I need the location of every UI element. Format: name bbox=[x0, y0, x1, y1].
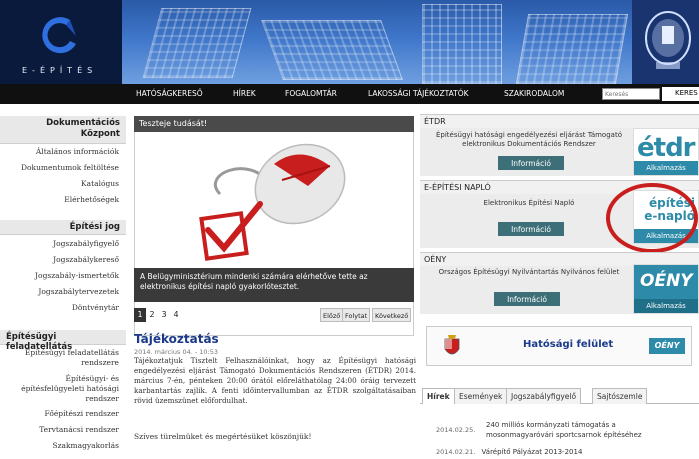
sidebar-item-hatosagi-rendszer[interactable]: Építésügyi- és építésfelügyeleti hatóság… bbox=[1, 374, 119, 404]
sidebar-item-jogszabalykereso[interactable]: Jogszabálykereső bbox=[53, 255, 119, 264]
sidebar-item-dokumentumok-feltoltese[interactable]: Dokumentumok feltöltése bbox=[21, 163, 119, 172]
nav-hatosagkereso[interactable]: HATÓSÁGKERESŐ bbox=[136, 89, 203, 98]
etdr-app-label: Alkalmazás bbox=[634, 161, 698, 175]
mouse-checkbox-illustration[interactable] bbox=[190, 134, 360, 266]
news-date: 2014. március 04. - 10:53 bbox=[134, 348, 219, 356]
nav-fogalomtar[interactable]: FOGALOMTÁR bbox=[285, 89, 337, 98]
slider-page-2[interactable]: 2 bbox=[146, 308, 158, 322]
highlight-ellipse bbox=[606, 183, 698, 253]
sidebar-item-tervtanacsi-rendszer[interactable]: Tervtanácsi rendszer bbox=[39, 425, 119, 434]
slider-controls: 1 2 3 4 Előző Folytat Következő bbox=[134, 308, 414, 324]
section-title-line: Központ bbox=[80, 129, 120, 139]
oeny-info-button[interactable]: Információ bbox=[494, 292, 560, 306]
nav-lakossagi-tajekoztatok[interactable]: LAKOSSÁGI TÁJÉKOZTATÓK bbox=[368, 89, 469, 98]
news-tabs: Hírek Események Jogszabályfigyelő Sajtós… bbox=[420, 388, 699, 404]
tab-esemenyek[interactable]: Események bbox=[454, 388, 508, 404]
news-item-line: mosonmagyaróvári sportcsarnok építéséhez bbox=[486, 431, 642, 439]
hatosagi-label: Hatósági felület bbox=[523, 339, 614, 350]
slider-page-3[interactable]: 3 bbox=[158, 308, 170, 322]
sidebar-item-szakmagyakorlas[interactable]: Szakmagyakorlás bbox=[52, 441, 119, 450]
slider-page-1[interactable]: 1 bbox=[134, 308, 146, 322]
logo-text: E-ÉPÍTÉS bbox=[22, 66, 98, 75]
sidebar-item-foepiteszi-rendszer[interactable]: Főépítészi rendszer bbox=[45, 409, 119, 418]
section-title-line: Dokumentációs bbox=[46, 118, 120, 128]
search-input[interactable] bbox=[602, 88, 660, 100]
slider-prev-button[interactable]: Előző bbox=[320, 308, 344, 322]
etdr-info-button[interactable]: Információ bbox=[498, 156, 564, 170]
sidebar-section-epitesugyi-feladatellatas[interactable]: Építésügyi feladatellátás bbox=[0, 330, 126, 352]
news-item-date: 2014.02.21. bbox=[436, 448, 476, 456]
sidebar-item-dontvenytar[interactable]: Döntvénytár bbox=[72, 303, 119, 312]
naplo-description: Elektronikus Építési Napló bbox=[483, 199, 575, 207]
oeny-app-link[interactable]: OÉNY Alkalmazás bbox=[633, 264, 699, 314]
anniversary-seal-icon bbox=[645, 11, 691, 69]
etdr-app-link[interactable]: étdr Alkalmazás bbox=[633, 128, 699, 176]
tab-jogszabalyfigyelo[interactable]: Jogszabályfigyelő bbox=[506, 388, 582, 404]
hatosagi-feluelet-banner[interactable]: Hatósági felület OÉNY bbox=[426, 326, 692, 366]
news-item-date: 2014.02.25. bbox=[436, 426, 476, 434]
nav-hirek[interactable]: HÍREK bbox=[233, 89, 256, 98]
sidebar-item-jogszabaly-ismertetok[interactable]: Jogszabály-ismertetők bbox=[35, 271, 119, 280]
news-item-text: Várépítő Pályázat 2013-2014 bbox=[481, 448, 583, 456]
news-body: Tájékoztatjuk Tisztelt Felhasználóinkat,… bbox=[134, 356, 416, 405]
header-building-image bbox=[122, 0, 632, 84]
news-title[interactable]: Tájékoztatás bbox=[134, 332, 219, 346]
etdr-header: ÉTDR bbox=[420, 114, 699, 128]
naplo-info-button[interactable]: Információ bbox=[498, 222, 564, 236]
sidebar-section-epitesi-jog[interactable]: Építési jog bbox=[0, 220, 126, 235]
e-logo-icon bbox=[42, 17, 76, 54]
slider-play-button[interactable]: Folytat bbox=[342, 308, 371, 322]
sidebar-item-feladatellatas-rendszere[interactable]: Építésügyi feladatellátás rendszere bbox=[9, 348, 119, 368]
sidebar-item-jogszabalyfigyelo[interactable]: Jogszabályfigyelő bbox=[53, 239, 119, 248]
sidebar-item-jogszabalytervezetek[interactable]: Jogszabálytervezetek bbox=[38, 287, 119, 296]
slider-title: Teszteje tudását! bbox=[134, 116, 414, 132]
oeny-app-label: Alkalmazás bbox=[634, 299, 698, 313]
coat-of-arms-icon bbox=[444, 335, 460, 355]
sidebar-item-katalogus[interactable]: Katalógus bbox=[81, 179, 119, 188]
news-list-item-text[interactable]: 240 milliós kormányzati támogatás a moso… bbox=[486, 420, 642, 440]
slider-caption: A Belügyminisztérium mindenki számára el… bbox=[134, 268, 414, 302]
oeny-description: Országos Építésügyi Nyilvántartás Nyilvá… bbox=[438, 268, 620, 276]
sidebar-item-altalanos-informaciok[interactable]: Általános információk bbox=[36, 147, 119, 156]
oeny-logo: OÉNY bbox=[640, 271, 693, 291]
nav-szakirodalom[interactable]: SZAKIRODALOM bbox=[504, 89, 564, 98]
news-item-line: 240 milliós kormányzati támogatás a bbox=[486, 421, 616, 429]
hatosagi-oeny-badge: OÉNY bbox=[649, 338, 685, 354]
news-list-item[interactable]: 2014.02.25. bbox=[436, 426, 479, 434]
etdr-description: Építésügyi hatósági engedélyezési eljárá… bbox=[436, 131, 622, 148]
tab-hirek[interactable]: Hírek bbox=[422, 388, 455, 404]
news-list-item[interactable]: 2014.02.21. Várépítő Pályázat 2013-2014 bbox=[436, 448, 582, 456]
slider-page-4[interactable]: 4 bbox=[170, 308, 182, 322]
sidebar-section-dokumentacios-kozpont[interactable]: Dokumentációs Központ bbox=[0, 116, 126, 144]
slider-next-button[interactable]: Következő bbox=[372, 308, 412, 322]
sidebar-item-elerhetosegek[interactable]: Elérhetőségek bbox=[64, 195, 119, 204]
tab-sajtoszemle[interactable]: Sajtószemle bbox=[592, 388, 648, 404]
etdr-logo: étdr bbox=[637, 133, 695, 163]
search-button[interactable]: KERES bbox=[662, 87, 699, 101]
site-logo[interactable]: E-ÉPÍTÉS bbox=[0, 0, 122, 84]
nav-bar-left bbox=[0, 84, 122, 104]
news-thanks: Szíves türelmüket és megértésüket köszön… bbox=[134, 432, 312, 441]
